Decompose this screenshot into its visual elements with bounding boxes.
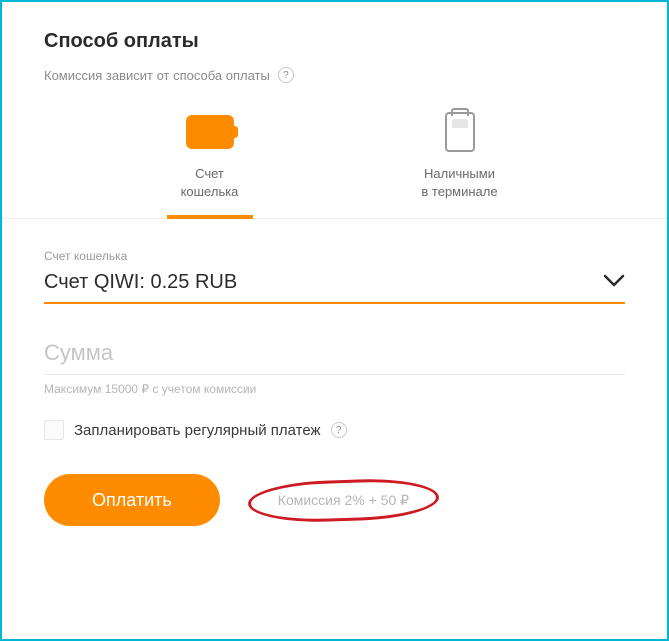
page-title: Способ оплаты xyxy=(44,30,625,53)
amount-input[interactable]: Сумма xyxy=(44,340,625,375)
method-terminal-label: Наличными в терминале xyxy=(421,165,497,200)
chevron-down-icon xyxy=(603,272,625,293)
method-wallet[interactable]: Счет кошелька xyxy=(145,111,275,218)
schedule-checkbox[interactable] xyxy=(44,420,64,440)
amount-hint: Максимум 15000 ₽ с учетом комиссии xyxy=(44,382,625,396)
method-terminal[interactable]: Наличными в терминале xyxy=(395,111,525,218)
help-icon[interactable]: ? xyxy=(331,422,347,438)
terminal-icon xyxy=(445,112,475,152)
pay-button[interactable]: Оплатить xyxy=(44,474,220,526)
commission-info: Комиссия 2% + 50 ₽ xyxy=(248,480,439,521)
help-icon[interactable]: ? xyxy=(278,67,294,83)
wallet-select-value: Счет QIWI: 0.25 RUB xyxy=(44,271,237,294)
commission-text: Комиссия 2% + 50 ₽ xyxy=(278,492,409,509)
wallet-icon xyxy=(186,115,234,149)
schedule-label: Запланировать регулярный платеж xyxy=(74,422,321,439)
wallet-select-label: Счет кошелька xyxy=(44,249,625,263)
wallet-select[interactable]: Счет QIWI: 0.25 RUB xyxy=(44,267,625,304)
method-wallet-label: Счет кошелька xyxy=(181,165,239,200)
commission-note: Комиссия зависит от способа оплаты xyxy=(44,68,270,83)
